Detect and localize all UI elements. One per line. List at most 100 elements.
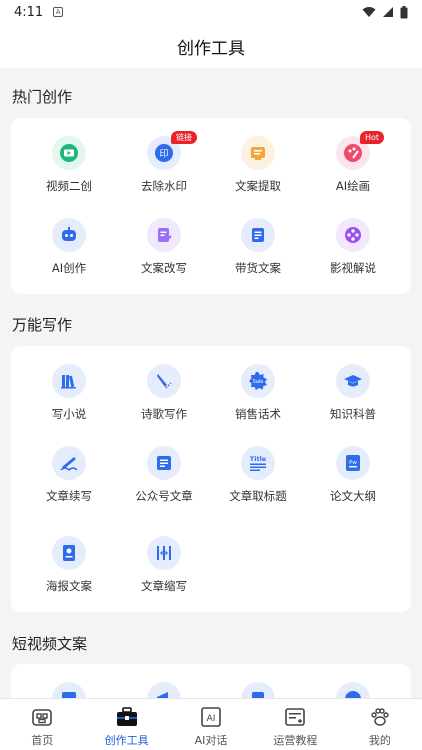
- tool-label: 销售话术: [235, 407, 281, 421]
- video-remix-icon: [52, 136, 86, 170]
- sales-doc-icon: [241, 218, 275, 252]
- tool-novel[interactable]: 写小说: [19, 364, 119, 436]
- pen-icon: [147, 364, 181, 398]
- chart-icon: [52, 682, 86, 698]
- svg-text:AI: AI: [207, 714, 216, 724]
- list-icon: [241, 682, 275, 698]
- nav-item-tools[interactable]: 创作工具: [84, 699, 168, 750]
- tool-sales-copy[interactable]: 带货文案: [208, 218, 308, 290]
- header: 创作工具: [0, 24, 422, 68]
- tool-label: 知识科普: [330, 407, 376, 421]
- tool-ai-create[interactable]: AI创作: [19, 218, 119, 290]
- sale-badge-icon: Sale: [241, 364, 275, 398]
- home-icon: [30, 705, 54, 729]
- battery-icon: [400, 5, 408, 18]
- tool-rewrite[interactable]: 文案改写: [114, 218, 214, 290]
- tools-scroll-area[interactable]: 热门创作 视频二创 印 链接 去除水印 文案提取 Hot AI绘画 AI创作 文…: [0, 68, 422, 698]
- status-time: 4:11: [14, 4, 44, 20]
- tool-label: AI创作: [51, 261, 87, 275]
- section-card-short-video: [11, 664, 411, 698]
- tool-label: 诗歌写作: [141, 407, 187, 421]
- tool-poster-copy[interactable]: 海报文案: [19, 536, 119, 608]
- tool-label: 文章续写: [46, 489, 92, 503]
- tool-wechat-article[interactable]: 公众号文章: [114, 446, 214, 518]
- nav-item-ai-chat[interactable]: AI AI对话: [169, 699, 253, 750]
- page-title: 创作工具: [177, 38, 245, 59]
- tool-paper-outline[interactable]: Pw 论文大纲: [303, 446, 403, 518]
- svg-text:印: 印: [159, 148, 168, 160]
- tool-ai-painting[interactable]: Hot AI绘画: [303, 131, 403, 208]
- tool-knowledge[interactable]: 知识科普: [303, 364, 403, 436]
- books-icon: [52, 364, 86, 398]
- nav-label: 首页: [31, 734, 54, 747]
- film-reel-icon: [336, 218, 370, 252]
- tool-video-remix[interactable]: 视频二创: [19, 136, 119, 208]
- tool-label: 公众号文章: [135, 489, 193, 503]
- svg-text:Title: Title: [250, 455, 267, 463]
- nav-item-tutorial[interactable]: 运营教程: [253, 699, 337, 750]
- tool-label: 海报文案: [46, 579, 92, 593]
- copy-extract-icon: [241, 136, 275, 170]
- status-bar: 4:11 A: [0, 0, 422, 24]
- tool-label: 视频二创: [46, 179, 92, 193]
- notification-icon: A: [53, 7, 64, 17]
- tool-label: 文章缩写: [141, 579, 187, 593]
- tool-poetry[interactable]: 诗歌写作: [114, 364, 214, 436]
- tool-label: 文章取标题: [229, 489, 287, 503]
- paw-icon: [368, 705, 392, 729]
- section-card-hot: 视频二创 印 链接 去除水印 文案提取 Hot AI绘画 AI创作 文案改写 带…: [11, 118, 411, 294]
- title-icon: Title: [241, 446, 275, 480]
- svg-text:Pw: Pw: [349, 460, 357, 466]
- tool-short-video-1[interactable]: [19, 682, 119, 698]
- nav-item-me[interactable]: 我的: [338, 699, 422, 750]
- tool-copy-extract[interactable]: 文案提取: [208, 136, 308, 208]
- stamp-icon: 印 链接: [147, 131, 197, 170]
- tool-label: 影视解说: [330, 261, 376, 275]
- paper-outline-icon: Pw: [336, 446, 370, 480]
- nav-label: 我的: [368, 734, 391, 747]
- tool-sales-pitch[interactable]: Sale 销售话术: [208, 364, 308, 436]
- poster-icon: [52, 536, 86, 570]
- nav-label: 运营教程: [273, 734, 318, 747]
- rewrite-icon: [147, 218, 181, 252]
- tool-label: 带货文案: [235, 261, 281, 275]
- tool-abbreviate[interactable]: 文章缩写: [114, 536, 214, 608]
- toolbox-icon: [115, 705, 139, 729]
- badge-hot: Hot: [360, 131, 385, 144]
- tool-label: 写小说: [51, 407, 87, 421]
- svg-text:Sale: Sale: [253, 379, 264, 385]
- tool-short-video-4[interactable]: [303, 682, 403, 698]
- tool-remove-watermark[interactable]: 印 链接 去除水印: [114, 131, 214, 208]
- tool-label: 文案改写: [141, 261, 187, 275]
- signal-icon: [383, 7, 393, 17]
- nav-label: 创作工具: [104, 734, 149, 747]
- article-icon: [147, 446, 181, 480]
- tool-article-title[interactable]: Title 文章取标题: [208, 446, 308, 518]
- tool-short-video-3[interactable]: [208, 682, 308, 698]
- tool-label: 去除水印: [141, 179, 187, 193]
- robot-icon: [52, 218, 86, 252]
- tool-label: 论文大纲: [330, 489, 376, 503]
- bottom-nav: 首页 创作工具 AI AI对话 运营教程 我的: [0, 698, 422, 750]
- tool-continue[interactable]: 文章续写: [19, 446, 119, 518]
- megaphone-icon: [147, 682, 181, 698]
- tutorial-icon: [283, 705, 307, 729]
- status-indicators: [362, 5, 408, 19]
- ai-chat-icon: AI: [199, 705, 223, 729]
- tool-label: 文案提取: [235, 179, 281, 193]
- palette-icon: Hot: [336, 131, 385, 170]
- continue-write-icon: [52, 446, 86, 480]
- nav-item-home[interactable]: 首页: [0, 699, 84, 750]
- wifi-icon: [362, 7, 376, 17]
- section-title-short-video: 短视频文案: [12, 635, 88, 653]
- tool-label: AI绘画: [335, 179, 371, 193]
- section-title-hot: 热门创作: [12, 88, 73, 106]
- badge-link: 链接: [171, 131, 197, 144]
- section-card-writing: 写小说 诗歌写作 Sale 销售话术 知识科普 文章续写 公众号文章 Title…: [11, 346, 411, 612]
- compress-icon: [147, 536, 181, 570]
- nav-label: AI对话: [194, 734, 228, 747]
- graduation-cap-icon: [336, 364, 370, 398]
- tool-short-video-2[interactable]: [114, 682, 214, 698]
- section-title-writing: 万能写作: [12, 316, 73, 334]
- tool-film-commentary[interactable]: 影视解说: [303, 218, 403, 290]
